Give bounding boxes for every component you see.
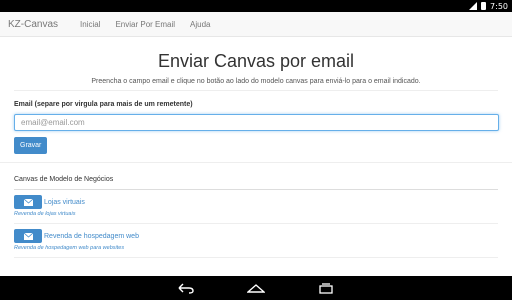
status-bar: 7:50 <box>0 0 512 12</box>
model-description: Revenda de lojas virtuais <box>14 211 76 217</box>
send-email-button[interactable] <box>14 229 42 243</box>
email-form: Email (separe por virgula para mais de u… <box>0 91 512 163</box>
list-item: Lojas virtuais Revenda de lojas virtuais <box>14 190 498 224</box>
envelope-icon <box>23 232 33 240</box>
back-icon[interactable] <box>177 282 195 294</box>
home-icon[interactable] <box>247 282 265 294</box>
system-nav-bar <box>0 276 512 300</box>
signal-icon <box>469 2 478 10</box>
main-content: Enviar Canvas por email Preencha o campo… <box>0 37 512 274</box>
send-email-button[interactable] <box>14 195 42 209</box>
navbar-brand[interactable]: KZ-Canvas <box>8 19 58 30</box>
models-section: Canvas de Modelo de Negócios Lojas virtu… <box>0 163 512 258</box>
model-link[interactable]: Lojas virtuais <box>44 199 85 206</box>
nav-item-enviar-email[interactable]: Enviar Por Email <box>115 20 175 29</box>
hero-section: Enviar Canvas por email Preencha o campo… <box>14 37 498 91</box>
page-subtitle: Preencha o campo email e clique no botão… <box>91 78 421 85</box>
list-item: Revenda de hospedagem web Revenda de hos… <box>14 224 498 258</box>
navbar: KZ-Canvas Inicial Enviar Por Email Ajuda <box>0 12 512 37</box>
battery-icon <box>481 2 487 10</box>
model-link[interactable]: Revenda de hospedagem web <box>44 233 139 240</box>
email-input[interactable] <box>14 114 499 131</box>
status-time: 7:50 <box>490 1 508 11</box>
nav-item-inicial[interactable]: Inicial <box>80 20 100 29</box>
nav-item-ajuda[interactable]: Ajuda <box>190 20 210 29</box>
page-title: Enviar Canvas por email <box>157 51 355 71</box>
envelope-icon <box>23 198 33 206</box>
email-label: Email (separe por virgula para mais de u… <box>14 101 193 108</box>
recent-apps-icon[interactable] <box>317 282 335 294</box>
save-button[interactable]: Gravar <box>14 137 48 154</box>
model-description: Revenda de hospedagem web para websites <box>14 245 125 251</box>
models-title: Canvas de Modelo de Negócios <box>14 176 498 190</box>
